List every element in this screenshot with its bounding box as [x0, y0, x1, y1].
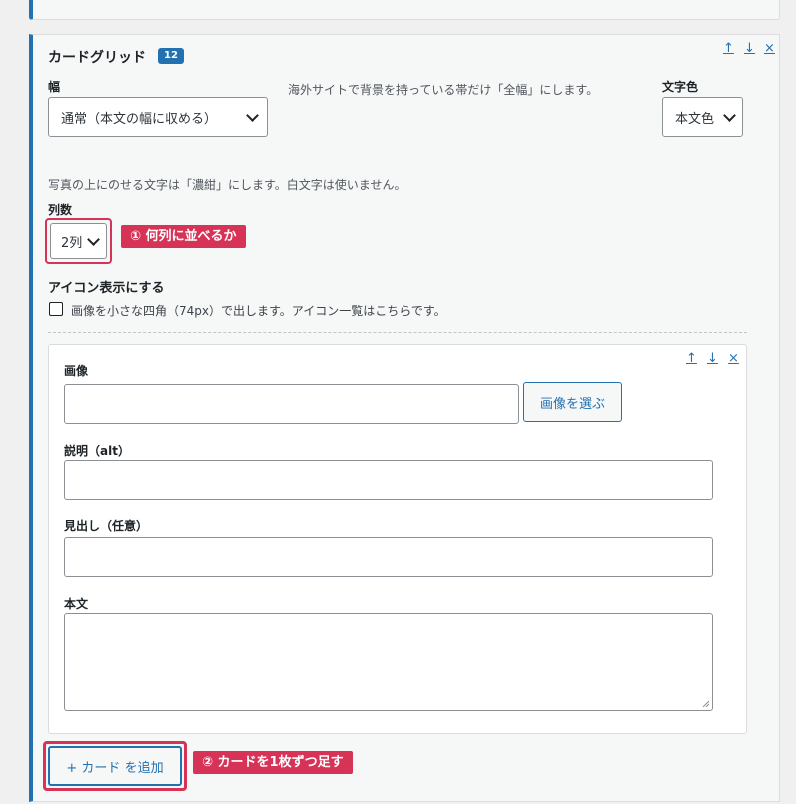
divider [48, 332, 747, 333]
text-color-label: 文字色 [662, 80, 699, 94]
add-card-button[interactable]: + カード を追加 [48, 746, 182, 786]
chevron-down-icon [246, 108, 259, 122]
block-number-badge: 12 [158, 48, 184, 64]
icon-display-label: アイコン表示にする [48, 281, 165, 296]
body-textarea[interactable] [64, 613, 713, 711]
move-up-icon[interactable]: ↑ [686, 351, 697, 366]
width-select[interactable]: 通常（本文の幅に収める） [48, 97, 268, 137]
close-icon[interactable]: × [764, 41, 775, 56]
image-url-input[interactable] [64, 384, 519, 424]
photo-text-note: 写真の上にのせる文字は「濃紺」にします。白文字は使いません。 [48, 178, 407, 192]
block-title: カードグリッド [48, 50, 146, 66]
card-grid-block-panel: カードグリッド 12 ↑ ↓ × 幅 通常（本文の幅に収める） 海外サイトで背景… [29, 34, 780, 802]
heading-input[interactable] [64, 537, 713, 577]
columns-label: 列数 [48, 203, 73, 217]
previous-block-panel [29, 0, 780, 20]
body-label: 本文 [64, 597, 89, 611]
width-select-value: 通常（本文の幅に収める） [61, 111, 218, 127]
move-down-icon[interactable]: ↓ [707, 351, 718, 366]
heading-label: 見出し（任意） [64, 519, 149, 533]
resize-handle-icon[interactable] [702, 700, 709, 707]
text-color-select-value: 本文色 [675, 111, 715, 127]
close-icon[interactable]: × [728, 351, 739, 366]
annotation-columns: ① 何列に並べるか [121, 225, 246, 248]
alt-label: 説明（alt） [64, 444, 130, 458]
move-up-icon[interactable]: ↑ [723, 41, 734, 56]
width-label: 幅 [48, 80, 61, 94]
text-color-select[interactable]: 本文色 [662, 97, 743, 137]
icon-display-checkbox-text: 画像を小さな四角（74px）で出します。アイコン一覧はこちらです。 [71, 304, 446, 318]
move-down-icon[interactable]: ↓ [744, 41, 755, 56]
alt-input[interactable] [64, 460, 713, 500]
choose-image-button[interactable]: 画像を選ぶ [523, 382, 622, 422]
image-label: 画像 [64, 364, 89, 378]
annotation-add-card: ② カードを1枚ずつ足す [193, 751, 353, 774]
chevron-down-icon [723, 108, 736, 122]
chevron-down-icon [87, 232, 100, 246]
columns-select[interactable]: 2列 [50, 223, 107, 259]
width-help-text: 海外サイトで背景を持っている帯だけ「全幅」にします。 [288, 83, 599, 97]
columns-select-value: 2列 [61, 235, 83, 251]
icon-display-checkbox[interactable] [49, 302, 63, 316]
card-item: ↑ ↓ × 画像 画像を選ぶ 説明（alt） 見出し（任意） 本文 [48, 344, 747, 734]
